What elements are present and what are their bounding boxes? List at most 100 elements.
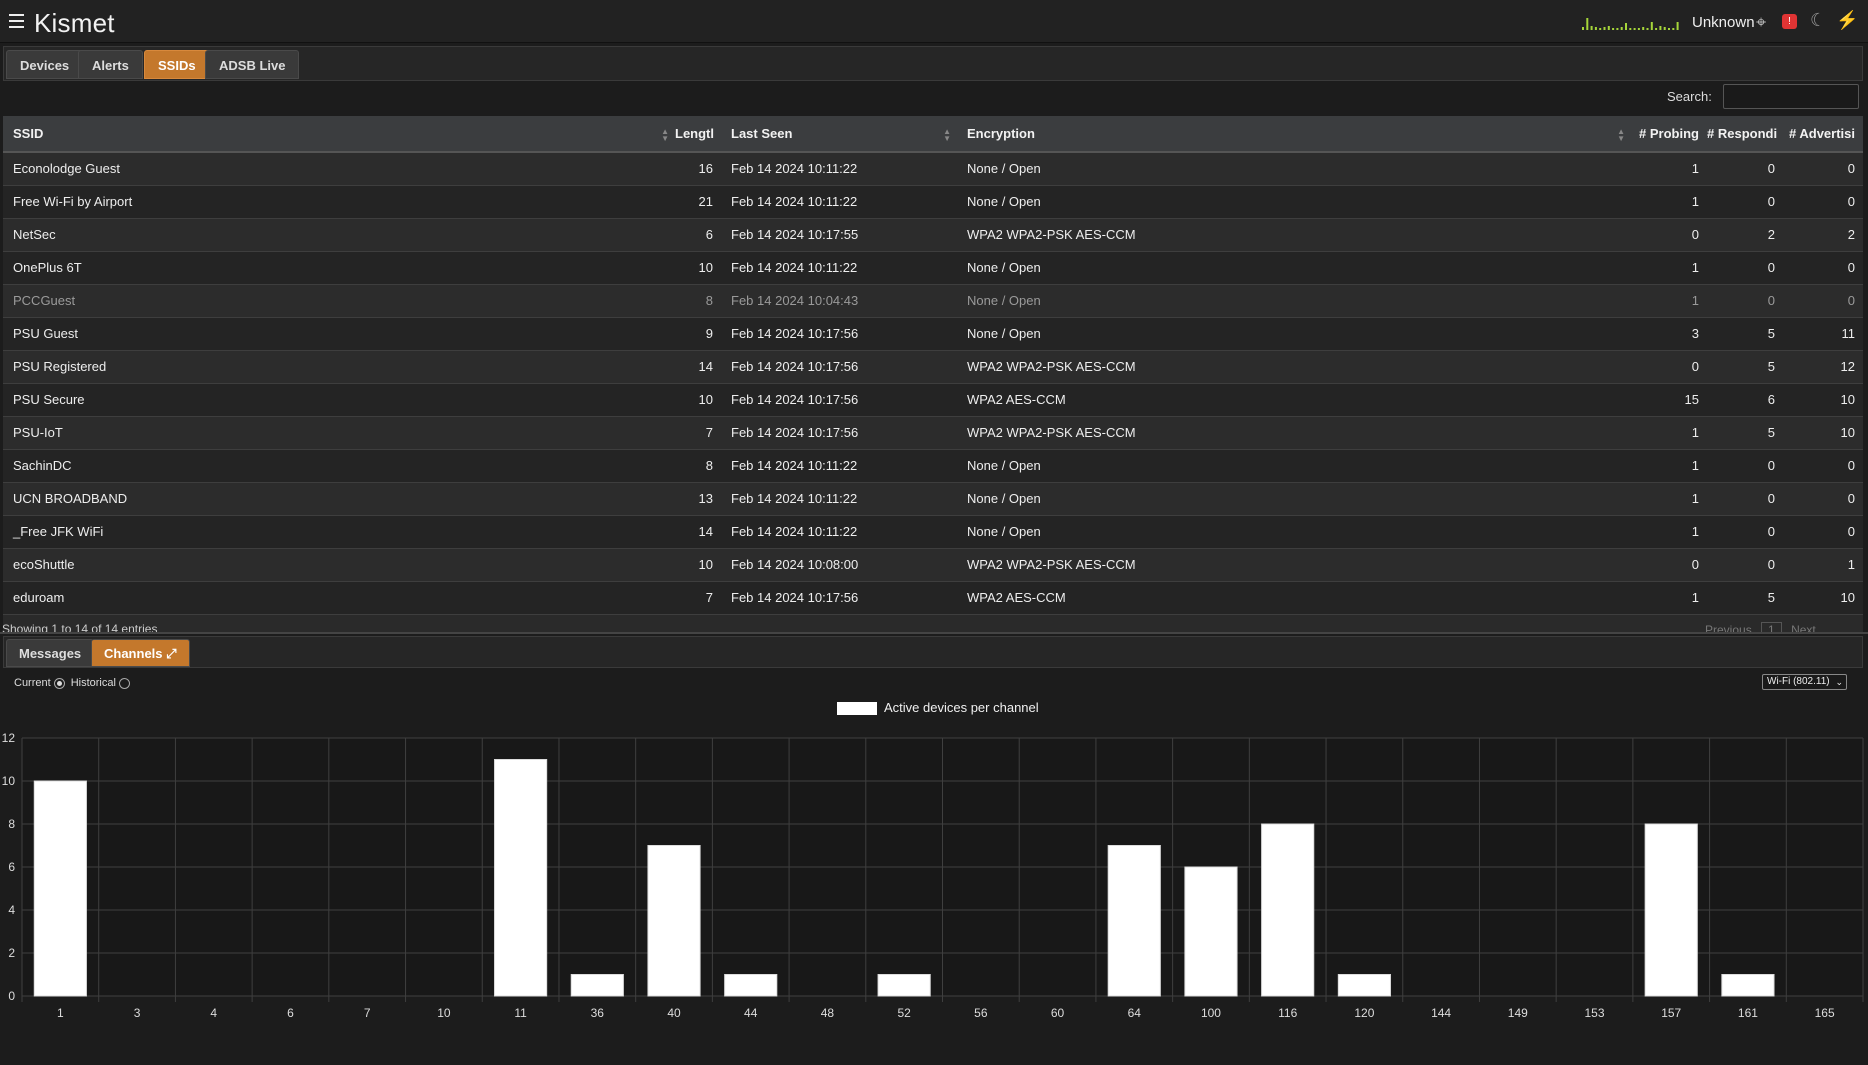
- hamburger-icon[interactable]: [9, 14, 24, 28]
- column-header-last-seen[interactable]: Last Seen ▲ ▼: [721, 116, 957, 153]
- table-row[interactable]: PSU-IoT 7 Feb 14 2024 10:17:56 WPA2 WPA2-PS…: [3, 416, 1863, 450]
- cell-responding: 2: [1707, 218, 1783, 252]
- chart-x-tick-label: 7: [364, 1006, 371, 1020]
- cell-length: 10: [675, 383, 721, 417]
- cell-advertising: 0: [1783, 284, 1863, 318]
- crosshair-icon[interactable]: ⌖: [1756, 12, 1766, 33]
- chart-bar-channel-64: [1107, 845, 1161, 997]
- cell-probing: 0: [1631, 548, 1707, 582]
- cell-advertising: 0: [1783, 152, 1863, 186]
- cell-probing: 0: [1631, 350, 1707, 384]
- app-title: Kismet: [34, 8, 115, 38]
- table-row[interactable]: UCN BROADBAND 13 Feb 14 2024 10:11:22 None …: [3, 482, 1863, 516]
- legend-label: Active devices per channel: [884, 700, 1039, 715]
- current-radio[interactable]: [53, 677, 65, 689]
- cell-last-seen: Feb 14 2024 10:17:56: [721, 317, 957, 351]
- tab-messages[interactable]: Messages: [6, 639, 95, 667]
- cell-encryption: WPA2 AES-CCM: [957, 581, 1631, 615]
- tab-ssids[interactable]: SSIDs: [144, 50, 210, 79]
- cell-advertising: 10: [1783, 383, 1863, 417]
- chart-x-tick-label: 1: [57, 1006, 64, 1020]
- cell-length: 16: [675, 152, 721, 186]
- cell-last-seen: Feb 14 2024 10:17:56: [721, 581, 957, 615]
- cell-encryption: WPA2 WPA2-PSK AES-CCM: [957, 218, 1631, 252]
- cell-ssid: eduroam: [3, 581, 675, 615]
- table-row[interactable]: Free Wi-Fi by Airport 21 Feb 14 2024 10:11…: [3, 185, 1863, 219]
- column-header-responding[interactable]: # Respondi: [1707, 116, 1783, 153]
- chart-legend[interactable]: Active devices per channel: [837, 700, 1039, 716]
- cell-probing: 1: [1631, 416, 1707, 450]
- cell-length: 8: [675, 284, 721, 318]
- tab-channels-label: Channels: [104, 646, 163, 661]
- table-row[interactable]: PSU Secure 10 Feb 14 2024 10:17:56 WPA2 AES…: [3, 383, 1863, 417]
- cell-advertising: 10: [1783, 581, 1863, 615]
- table-row[interactable]: OnePlus 6T 10 Feb 14 2024 10:11:22 None / O…: [3, 251, 1863, 285]
- cell-last-seen: Feb 14 2024 10:11:22: [721, 185, 957, 219]
- column-header-advertising[interactable]: # Advertisi: [1783, 116, 1863, 153]
- cell-responding: 0: [1707, 284, 1783, 318]
- cell-responding: 0: [1707, 449, 1783, 483]
- tab-alerts[interactable]: Alerts: [78, 50, 143, 79]
- cell-advertising: 2: [1783, 218, 1863, 252]
- tab-channels[interactable]: Channels ⤢: [91, 639, 190, 667]
- historical-radio[interactable]: [118, 677, 130, 689]
- table-row[interactable]: PSU Guest 9 Feb 14 2024 10:17:56 None / Ope…: [3, 317, 1863, 351]
- cell-encryption: None / Open: [957, 482, 1631, 516]
- phy-type-select[interactable]: Wi-Fi (802.11) ⌄: [1762, 674, 1847, 690]
- cell-encryption: WPA2 WPA2-PSK AES-CCM: [957, 416, 1631, 450]
- cell-ssid: OnePlus 6T: [3, 251, 675, 285]
- cell-last-seen: Feb 14 2024 10:11:22: [721, 515, 957, 549]
- cell-encryption: None / Open: [957, 251, 1631, 285]
- chart-x-tick-label: 116: [1278, 1006, 1297, 1020]
- table-row[interactable]: ecoShuttle 10 Feb 14 2024 10:08:00 WPA2 WPA…: [3, 548, 1863, 582]
- table-row[interactable]: PSU Registered 14 Feb 14 2024 10:17:56 WPA2…: [3, 350, 1863, 384]
- cell-length: 10: [675, 548, 721, 582]
- panel-divider[interactable]: [0, 632, 1868, 634]
- cell-length: 14: [675, 350, 721, 384]
- chart-x-tick-label: 153: [1585, 1006, 1605, 1020]
- tab-devices[interactable]: Devices: [6, 50, 84, 79]
- search-label: Search:: [1667, 89, 1712, 104]
- cell-responding: 0: [1707, 152, 1783, 186]
- search-input[interactable]: [1723, 84, 1859, 109]
- table-row[interactable]: eduroam 7 Feb 14 2024 10:17:56 WPA2 AES-CCM…: [3, 581, 1863, 615]
- expand-icon[interactable]: ⤢: [166, 646, 176, 661]
- cell-last-seen: Feb 14 2024 10:08:00: [721, 548, 957, 582]
- table-row[interactable]: Econolodge Guest 16 Feb 14 2024 10:11:22 No…: [3, 152, 1863, 186]
- column-header-length[interactable]: Lengtl: [675, 116, 721, 153]
- table-row[interactable]: _Free JFK WiFi 14 Feb 14 2024 10:11:22 None…: [3, 515, 1863, 549]
- column-header-encryption[interactable]: Encryption ▲ ▼: [957, 116, 1631, 153]
- cell-probing: 15: [1631, 383, 1707, 417]
- cell-probing: 1: [1631, 185, 1707, 219]
- cell-last-seen: Feb 14 2024 10:17:56: [721, 383, 957, 417]
- cell-responding: 5: [1707, 416, 1783, 450]
- packet-rate-sparkline: [1582, 18, 1679, 30]
- cell-advertising: 10: [1783, 416, 1863, 450]
- cell-ssid: Free Wi-Fi by Airport: [3, 185, 675, 219]
- chart-x-tick-label: 161: [1738, 1006, 1758, 1020]
- chart-y-tick-label: 10: [2, 774, 16, 788]
- bottom-tab-strip: Messages Channels ⤢: [3, 636, 1863, 668]
- cell-advertising: 12: [1783, 350, 1863, 384]
- cell-advertising: 11: [1783, 317, 1863, 351]
- chart-x-tick-label: 11: [514, 1006, 527, 1020]
- cell-ssid: SachinDC: [3, 449, 675, 483]
- chart-x-tick-label: 60: [1051, 1006, 1065, 1020]
- table-row[interactable]: PCCGuest 8 Feb 14 2024 10:04:43 None / Open…: [3, 284, 1863, 318]
- chevron-down-icon: ⌄: [1835, 677, 1843, 687]
- table-row[interactable]: NetSec 6 Feb 14 2024 10:17:55 WPA2 WPA2-PSK…: [3, 218, 1863, 252]
- cell-last-seen: Feb 14 2024 10:11:22: [721, 251, 957, 285]
- column-header-ssid[interactable]: SSID ▲ ▼: [3, 116, 675, 153]
- moon-icon[interactable]: ☾: [1810, 10, 1826, 31]
- tab-adsb-live[interactable]: ADSB Live: [205, 50, 300, 79]
- plug-icon[interactable]: ⚡: [1836, 10, 1858, 31]
- table-row[interactable]: SachinDC 8 Feb 14 2024 10:11:22 None / Open…: [3, 449, 1863, 483]
- cell-ssid: PSU Registered: [3, 350, 675, 384]
- cell-length: 6: [675, 218, 721, 252]
- alert-icon[interactable]: !: [1782, 14, 1797, 29]
- chart-x-tick-label: 10: [437, 1006, 451, 1020]
- cell-length: 9: [675, 317, 721, 351]
- gps-status[interactable]: Unknown: [1692, 14, 1755, 31]
- column-header-probing[interactable]: # Probing: [1631, 116, 1707, 153]
- sort-icon: ▲ ▼: [1617, 127, 1625, 143]
